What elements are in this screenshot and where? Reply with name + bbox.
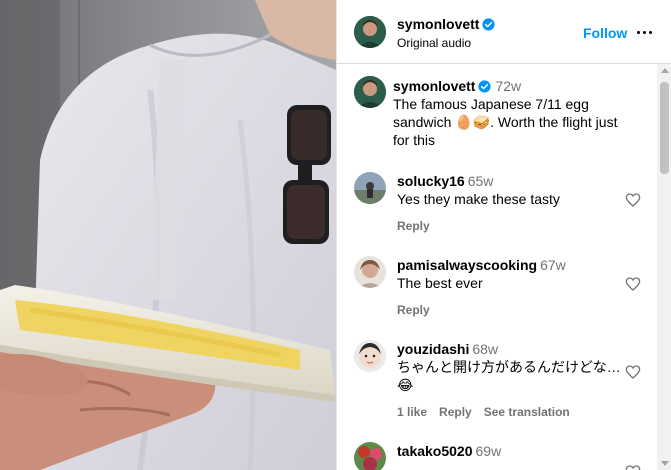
comment-text: ちゃんと開け方があるんだけどな…😂 [397, 359, 621, 393]
audio-link[interactable]: Original audio [397, 36, 471, 50]
like-heart-icon[interactable] [625, 192, 641, 208]
comment-body: pamisalwayscooking 67w The best ever [397, 256, 617, 292]
comment-text: Yes they make these tasty [397, 191, 560, 207]
comment-username[interactable]: pamisalwayscooking [397, 257, 537, 273]
comment-time[interactable]: 65w [468, 173, 494, 189]
caption-body: symonlovett 72w The famous Japanese 7/11 … [393, 77, 633, 149]
comment-body: takako5020 69w [397, 442, 617, 460]
reply-button[interactable]: Reply [439, 405, 472, 419]
caption-avatar[interactable] [354, 76, 386, 108]
like-heart-icon[interactable] [625, 364, 641, 380]
caption-text: The famous Japanese 7/11 egg sandwich 🥚🥪… [393, 96, 618, 148]
comments-scrollbar[interactable] [657, 64, 671, 470]
comment-avatar[interactable] [354, 256, 386, 288]
reply-button[interactable]: Reply [397, 219, 430, 233]
caption-time[interactable]: 72w [495, 78, 521, 94]
comment-time[interactable]: 69w [476, 443, 502, 459]
comments-scroll-area[interactable]: symonlovett 72w The famous Japanese 7/11 … [337, 64, 657, 470]
comment-body: solucky16 65w Yes they make these tasty [397, 172, 617, 208]
reel-video-frame [0, 0, 336, 470]
avatar-image [354, 16, 386, 48]
more-options-icon[interactable] [636, 24, 654, 40]
comment-actions: Reply [397, 303, 442, 317]
avatar-image [354, 442, 386, 470]
like-heart-icon[interactable] [625, 276, 641, 292]
see-translation-button[interactable]: See translation [484, 405, 570, 419]
scrollbar-thumb[interactable] [660, 82, 669, 174]
scroll-down-arrow-icon[interactable] [661, 461, 669, 466]
post-panel: symonlovett Original audio Follow symonl… [336, 0, 671, 470]
comment-text: The best ever [397, 275, 483, 291]
comment-username[interactable]: solucky16 [397, 173, 465, 189]
caption-username[interactable]: symonlovett [393, 78, 475, 94]
avatar-image [354, 256, 386, 288]
comment-username[interactable]: youzidashi [397, 341, 469, 357]
like-count[interactable]: 1 like [397, 405, 427, 419]
avatar-image [354, 76, 386, 108]
avatar-image [354, 172, 386, 204]
comment-actions: Reply [397, 219, 442, 233]
verified-badge-icon [482, 18, 496, 31]
follow-button[interactable]: Follow [583, 25, 627, 41]
avatar-image [354, 340, 386, 372]
header-username-row[interactable]: symonlovett [397, 16, 496, 32]
verified-badge-icon [478, 80, 492, 93]
comment-avatar[interactable] [354, 442, 386, 470]
comment-avatar[interactable] [354, 340, 386, 372]
comment-username[interactable]: takako5020 [397, 443, 473, 459]
reel-video[interactable] [0, 0, 336, 470]
scroll-up-arrow-icon[interactable] [661, 68, 669, 73]
post-header: symonlovett Original audio Follow [337, 0, 671, 64]
comment-body: youzidashi 68w ちゃんと開け方があるんだけどな…😂 [397, 340, 621, 394]
comment-time[interactable]: 68w [472, 341, 498, 357]
comment-time[interactable]: 67w [540, 257, 566, 273]
owner-avatar[interactable] [354, 16, 386, 48]
comment-actions: 1 like Reply See translation [397, 405, 582, 419]
header-username[interactable]: symonlovett [397, 16, 479, 32]
comment-avatar[interactable] [354, 172, 386, 204]
like-heart-icon[interactable] [625, 464, 641, 470]
reply-button[interactable]: Reply [397, 303, 430, 317]
